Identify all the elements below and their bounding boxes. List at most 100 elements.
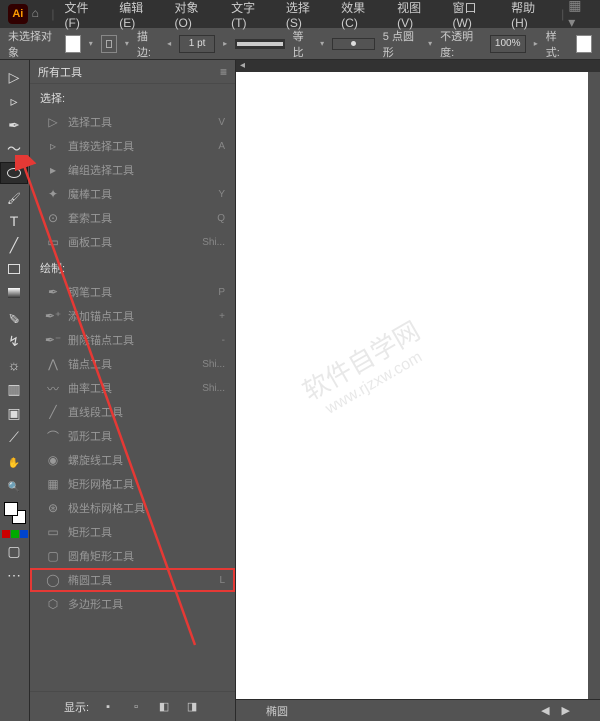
tool-curvature[interactable] <box>0 138 28 160</box>
tool-shortcut: P <box>218 287 225 298</box>
tool-direct-selection[interactable] <box>0 90 28 112</box>
panel-menu-icon[interactable]: ≡ <box>220 65 227 79</box>
tool-pen[interactable] <box>0 114 28 136</box>
tool-row-圆角矩形工具[interactable]: ▢圆角矩形工具 <box>30 544 235 568</box>
tool-icon: ▸ <box>46 163 60 177</box>
tool-icon: ▦ <box>46 477 60 491</box>
tool-line[interactable] <box>0 234 28 256</box>
tool-rectangle[interactable] <box>0 258 28 280</box>
tool-paintbrush[interactable] <box>0 186 28 208</box>
tool-edit-toolbar[interactable]: ⋯ <box>0 564 28 586</box>
tool-icon: ◉ <box>46 453 60 467</box>
tool-selection[interactable] <box>0 66 28 88</box>
tool-label: 矩形网格工具 <box>68 476 217 492</box>
footer-show-label: 显示: <box>64 699 89 715</box>
tool-row-编组选择工具[interactable]: ▸ 编组选择工具 <box>30 158 235 182</box>
tool-icon: ⬡ <box>46 597 60 611</box>
tool-row-魔棒工具[interactable]: ✦魔棒工具Y <box>30 182 235 206</box>
uniform-label: 等比 <box>293 28 312 60</box>
tool-row-选择工具[interactable]: ▷选择工具V <box>30 110 235 134</box>
tool-label: 画板工具 <box>68 234 194 250</box>
canvas-tab-arrow[interactable]: ◂ <box>236 60 600 72</box>
tool-row-删除锚点工具[interactable]: ✒⁻删除锚点工具- <box>30 328 235 352</box>
fill-swatch[interactable] <box>65 35 81 53</box>
color-picker[interactable] <box>4 502 26 524</box>
footer-btn-1[interactable]: ▪ <box>99 698 117 716</box>
tool-row-极坐标网格工具[interactable]: ⊛极坐标网格工具 <box>30 496 235 520</box>
menu-file[interactable]: 文件(F) <box>59 0 110 32</box>
tool-shortcut: Shi... <box>202 237 225 248</box>
left-toolbar: ⋯ <box>0 60 30 721</box>
tool-slice[interactable] <box>0 426 28 448</box>
tool-row-添加锚点工具[interactable]: ✒⁺添加锚点工具+ <box>30 304 235 328</box>
style-swatch[interactable] <box>576 35 592 53</box>
tool-label: 圆角矩形工具 <box>68 548 217 564</box>
tool-label: 直线段工具 <box>68 404 217 420</box>
tool-label: 编组选择工具 <box>68 162 217 178</box>
tool-shortcut: - <box>222 335 225 346</box>
opacity-input[interactable] <box>490 35 526 53</box>
tool-type[interactable] <box>0 210 28 232</box>
tool-gradient[interactable] <box>0 282 28 304</box>
nav-prev-icon[interactable]: ◀ <box>541 704 549 717</box>
stroke-profile[interactable] <box>235 39 285 49</box>
tool-shortcut: Shi... <box>202 359 225 370</box>
tool-row-椭圆工具[interactable]: ◯椭圆工具L <box>30 568 235 592</box>
footer-btn-4[interactable]: ◨ <box>183 698 201 716</box>
tool-icon: ◯ <box>46 573 60 587</box>
menubar: Ai ⌂ | 文件(F) 编辑(E) 对象(O) 文字(T) 选择(S) 效果(… <box>0 0 600 28</box>
tool-zoom[interactable] <box>0 474 28 496</box>
tool-row-矩形工具[interactable]: ▭矩形工具 <box>30 520 235 544</box>
tool-shortcut: L <box>219 575 225 586</box>
tool-hand[interactable] <box>0 450 28 472</box>
tool-symbol[interactable] <box>0 354 28 376</box>
tool-row-套索工具[interactable]: ⊙套索工具Q <box>30 206 235 230</box>
tool-row-画板工具[interactable]: ▭画板工具Shi... <box>30 230 235 254</box>
tool-row-曲率工具[interactable]: 〰曲率工具Shi... <box>30 376 235 400</box>
control-bar: 未选择对象 ▾ ▾ 描边: ◂ ▸ 等比▾ 5 点圆形▾ 不透明度: ▸ 样式: <box>0 28 600 60</box>
tool-row-锚点工具[interactable]: ⋀锚点工具Shi... <box>30 352 235 376</box>
menu-type[interactable]: 文字(T) <box>225 0 276 32</box>
tool-icon: ▷ <box>46 115 60 129</box>
tool-icon: ✒⁺ <box>46 309 60 323</box>
workspace-icon[interactable]: ▦ ▾ <box>568 0 592 31</box>
tool-row-钢笔工具[interactable]: ✒钢笔工具P <box>30 280 235 304</box>
stroke-swatch[interactable] <box>101 35 117 53</box>
tool-row-螺旋线工具[interactable]: ◉螺旋线工具 <box>30 448 235 472</box>
tool-row-直接选择工具[interactable]: ▹直接选择工具A <box>30 134 235 158</box>
opacity-chevron[interactable]: ▸ <box>534 39 538 48</box>
menu-effect[interactable]: 效果(C) <box>335 0 387 32</box>
app-logo: Ai <box>8 4 28 24</box>
tool-icon: ⋀ <box>46 357 60 371</box>
tool-ellipse[interactable] <box>0 162 28 184</box>
tool-label: 多边形工具 <box>68 596 217 612</box>
tool-row-直线段工具[interactable]: ╱直线段工具 <box>30 400 235 424</box>
tool-icon: ▭ <box>46 525 60 539</box>
stroke-width-input[interactable] <box>179 35 215 53</box>
tool-row-多边形工具[interactable]: ⬡ 多边形工具 <box>30 592 235 616</box>
stroke-increase[interactable]: ▸ <box>223 39 227 48</box>
menu-object[interactable]: 对象(O) <box>169 0 222 32</box>
tool-row-弧形工具[interactable]: ⌒弧形工具 <box>30 424 235 448</box>
tool-label: 钢笔工具 <box>68 284 210 300</box>
nav-next-icon[interactable]: ▶ <box>562 704 570 717</box>
stroke-decrease[interactable]: ◂ <box>167 39 171 48</box>
tool-screen-mode[interactable] <box>0 540 28 562</box>
tool-row-矩形网格工具[interactable]: ▦ 矩形网格工具 <box>30 472 235 496</box>
artboard[interactable] <box>236 72 588 699</box>
footer-btn-3[interactable]: ◧ <box>155 698 173 716</box>
tool-label: 删除锚点工具 <box>68 332 214 348</box>
status-tool-label: 椭圆 <box>266 703 288 719</box>
tool-icon: ⊙ <box>46 211 60 225</box>
tool-artboard[interactable] <box>0 402 28 424</box>
brush-preview[interactable] <box>332 38 375 50</box>
tool-blend[interactable] <box>0 330 28 352</box>
tool-eyedropper[interactable] <box>0 306 28 328</box>
color-mode-row[interactable] <box>0 530 29 538</box>
tool-graph[interactable] <box>0 378 28 400</box>
footer-btn-2[interactable]: ▫ <box>127 698 145 716</box>
tool-icon: 〰 <box>46 381 60 395</box>
tool-shortcut: Q <box>217 213 225 224</box>
opacity-label: 不透明度: <box>440 28 482 60</box>
home-icon[interactable]: ⌂ <box>32 6 48 22</box>
